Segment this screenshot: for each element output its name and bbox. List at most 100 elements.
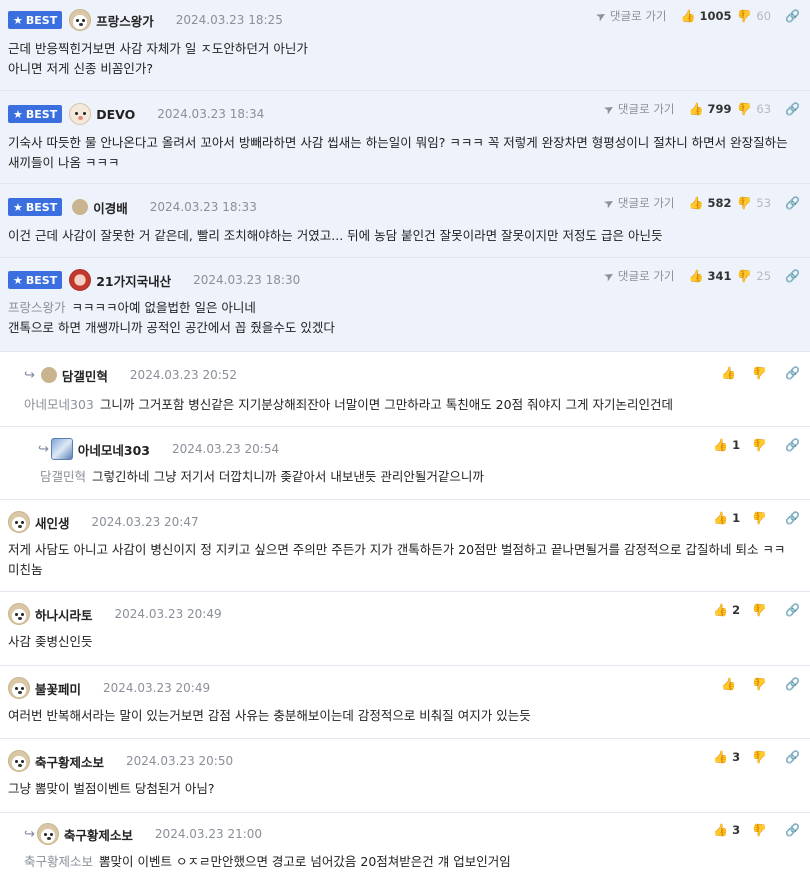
upvote-button[interactable]: 👍 <box>721 367 740 379</box>
mention-link[interactable]: 아네모네303 <box>24 397 94 412</box>
comment-text: 이건 근데 사감이 잘못한 거 같은데, 빨리 조치해야하는 거였고... 뒤에… <box>8 228 663 243</box>
avatar[interactable] <box>8 750 30 772</box>
thumbs-up-icon: 👍 <box>688 196 704 210</box>
reply-arrow-icon: ↪ <box>24 826 35 842</box>
comment-header: 새인생 2024.03.23 20:47 <box>0 510 810 534</box>
link-icon[interactable]: 🔗 <box>785 512 800 524</box>
avatar[interactable] <box>40 367 57 383</box>
comment-actions: 👍 1 👍 🔗 <box>713 506 800 530</box>
avatar[interactable] <box>8 511 30 533</box>
arrow-icon: ➤ <box>601 267 617 285</box>
author-name[interactable]: 담갤민혁 <box>62 366 108 385</box>
comment-item: 축구황제소보 2024.03.23 20:50 👍 3 👍 🔗 그냥 뽐맞이 벌점… <box>0 739 810 813</box>
avatar[interactable] <box>8 677 30 699</box>
author-name[interactable]: 불꽃페미 <box>35 679 81 698</box>
downvote-button[interactable]: 👍 60 <box>737 9 771 23</box>
comment-text: 아네모네303 그니까 그거포함 병신같은 지기분상해죄잔아 너말이면 그만하라고… <box>24 397 674 412</box>
link-icon[interactable]: 🔗 <box>785 103 800 115</box>
thumbs-up-icon: 👍 <box>713 438 729 452</box>
avatar[interactable] <box>8 603 30 625</box>
downvote-button[interactable]: 👍 53 <box>737 196 771 210</box>
star-icon: ★ <box>13 273 23 287</box>
downvote-button[interactable]: 👍 <box>752 438 771 452</box>
link-icon[interactable]: 🔗 <box>785 678 800 690</box>
avatar[interactable] <box>69 9 92 31</box>
upvote-button[interactable]: 👍 582 <box>688 196 731 210</box>
link-icon[interactable]: 🔗 <box>785 824 800 836</box>
link-icon[interactable]: 🔗 <box>785 197 800 209</box>
go-to-reply-link[interactable]: ➤ 댓글로 가기 <box>601 100 674 117</box>
downvote-button[interactable]: 👍 25 <box>737 269 771 283</box>
comment-text: 저게 사담도 아니고 사감이 병신이지 정 지키고 싶으면 주의만 주든가 지가… <box>8 542 786 577</box>
author-name[interactable]: 하나시라토 <box>35 605 93 624</box>
link-icon[interactable]: 🔗 <box>785 10 800 22</box>
link-icon[interactable]: 🔗 <box>785 604 800 616</box>
downvote-button[interactable]: 👍 <box>752 603 771 617</box>
downvote-button[interactable]: 👍 <box>752 823 771 837</box>
upvote-count: 2 <box>732 603 741 617</box>
author-name[interactable]: 새인생 <box>35 513 70 532</box>
upvote-button[interactable]: 👍 341 <box>688 269 731 283</box>
comment-date: 2024.03.23 18:34 <box>157 107 265 121</box>
thumbs-down-icon: 👍 <box>737 196 753 210</box>
go-to-reply-link[interactable]: ➤ 댓글로 가기 <box>593 7 666 24</box>
comment-header: ↪ 축구황제소보 2024.03.23 21:00 <box>0 822 810 846</box>
mention-link[interactable]: 축구황제소보 <box>24 854 93 869</box>
star-icon: ★ <box>13 200 23 214</box>
avatar[interactable] <box>50 438 73 460</box>
thumbs-down-icon: 👍 <box>752 677 768 691</box>
upvote-button[interactable]: 👍 1 <box>713 511 740 525</box>
upvote-button[interactable]: 👍 799 <box>688 102 731 116</box>
comment-date: 2024.03.23 20:52 <box>129 368 238 382</box>
author-name[interactable]: 축구황제소보 <box>35 752 104 771</box>
mention-link[interactable]: 담갤민혁 <box>40 469 86 484</box>
comment-text: 축구황제소보 뽐맞이 이벤트 ㅇㅈㄹ만안했으면 경고로 넘어갔음 20점쳐받은건 … <box>24 854 511 869</box>
author-name[interactable]: 21가지국내산 <box>96 271 171 290</box>
thumbs-down-icon: 👍 <box>737 102 753 116</box>
downvote-button[interactable]: 👍 <box>752 677 771 691</box>
go-to-reply-link[interactable]: ➤ 댓글로 가기 <box>601 267 674 285</box>
downvote-button[interactable]: 👍 <box>752 750 771 764</box>
best-badge: ★ BEST <box>8 271 63 289</box>
upvote-button[interactable]: 👍 <box>721 678 740 690</box>
comment-date: 2024.03.23 18:30 <box>193 273 301 287</box>
upvote-button[interactable]: 👍 3 <box>713 823 740 837</box>
link-icon[interactable]: 🔗 <box>785 439 800 451</box>
comment-text: 여러번 반복해서라는 말이 있는거보면 감점 사유는 충분해보이는데 감정적으로… <box>8 708 531 723</box>
comment-item: 불꽃페미 2024.03.23 20:49 👍 👍 🔗 여러번 반복해서라는 말… <box>0 666 810 739</box>
avatar[interactable] <box>69 103 92 125</box>
link-icon[interactable]: 🔗 <box>785 270 800 282</box>
comment-date: 2024.03.23 18:33 <box>149 200 257 214</box>
mention-link[interactable]: 프랑스왕가 <box>8 300 66 315</box>
thumbs-down-icon: 👍 <box>752 823 768 837</box>
author-name[interactable]: DEVO <box>96 107 135 122</box>
go-to-reply-link[interactable]: ➤ 댓글로 가기 <box>601 194 674 211</box>
author-name[interactable]: 축구황제소보 <box>64 825 133 844</box>
upvote-button[interactable]: 👍 1005 <box>680 9 731 23</box>
upvote-button[interactable]: 👍 1 <box>713 438 740 452</box>
link-icon[interactable]: 🔗 <box>785 751 800 763</box>
comment-item: ↪ 축구황제소보 2024.03.23 21:00 👍 3 👍 🔗 축구황제소보 뽐… <box>0 813 810 887</box>
downvote-count: 25 <box>756 269 772 283</box>
avatar[interactable] <box>72 199 89 215</box>
star-icon: ★ <box>13 13 23 27</box>
upvote-button[interactable]: 👍 3 <box>713 750 740 764</box>
link-icon[interactable]: 🔗 <box>785 367 800 379</box>
author-name[interactable]: 이경배 <box>93 198 128 217</box>
author-name[interactable]: 아네모네303 <box>78 440 150 459</box>
comment-actions: 👍 1 👍 🔗 <box>713 433 800 457</box>
upvote-button[interactable]: 👍 2 <box>713 603 740 617</box>
author-name[interactable]: 프랑스왕가 <box>96 11 154 30</box>
thumbs-up-icon: 👍 <box>721 366 737 380</box>
avatar[interactable] <box>36 823 59 845</box>
avatar[interactable] <box>69 269 92 291</box>
downvote-button[interactable]: 👍 <box>752 366 771 380</box>
downvote-count: 60 <box>756 9 772 23</box>
downvote-button[interactable]: 👍 <box>752 511 771 525</box>
comment-date: 2024.03.23 21:00 <box>154 827 263 841</box>
downvote-button[interactable]: 👍 63 <box>737 102 771 116</box>
upvote-count: 582 <box>707 196 732 210</box>
comment-item: ★ BEST 프랑스왕가 2024.03.23 18:25 ➤ 댓글로 가기 👍 10… <box>0 0 810 91</box>
comment-actions: 👍 2 👍 🔗 <box>713 598 800 622</box>
reply-arrow-icon: ↪ <box>24 367 35 383</box>
